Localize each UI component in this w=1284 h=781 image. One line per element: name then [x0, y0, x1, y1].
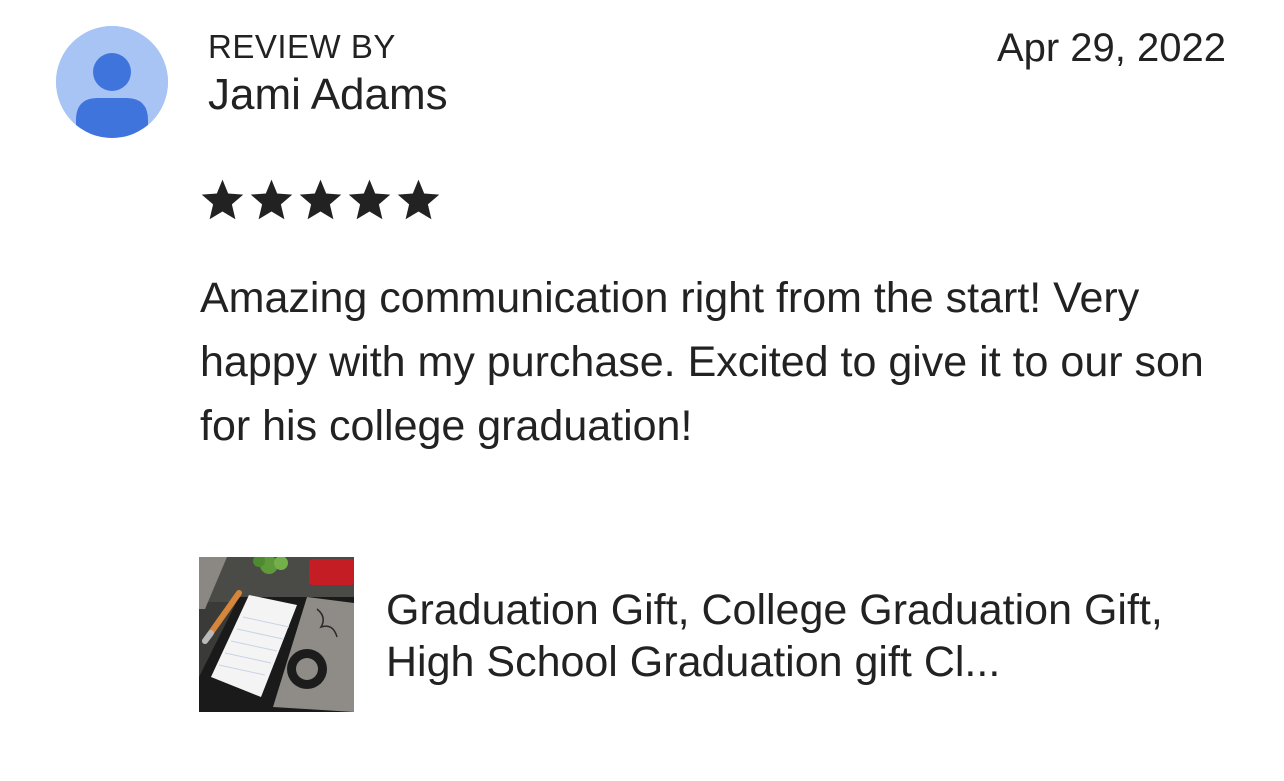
star-icon: [250, 179, 293, 220]
product-photo-image: [199, 557, 354, 712]
star-icon: [348, 179, 391, 220]
product-thumbnail[interactable]: [199, 557, 354, 712]
star-icon: [201, 179, 244, 220]
review-text: Amazing communication right from the sta…: [200, 274, 1204, 450]
product-title-link[interactable]: Graduation Gift, College Graduation Gift…: [386, 584, 1246, 688]
review-by-label: REVIEW BY: [208, 28, 396, 65]
reviewer-avatar: [56, 26, 168, 138]
star-icon: [299, 179, 342, 220]
review-date: Apr 29, 2022: [996, 26, 1226, 70]
reviewer-name: Jami Adams: [208, 70, 448, 119]
star-rating: [199, 178, 442, 223]
user-avatar-icon: [56, 26, 168, 138]
star-icon: [397, 179, 440, 220]
